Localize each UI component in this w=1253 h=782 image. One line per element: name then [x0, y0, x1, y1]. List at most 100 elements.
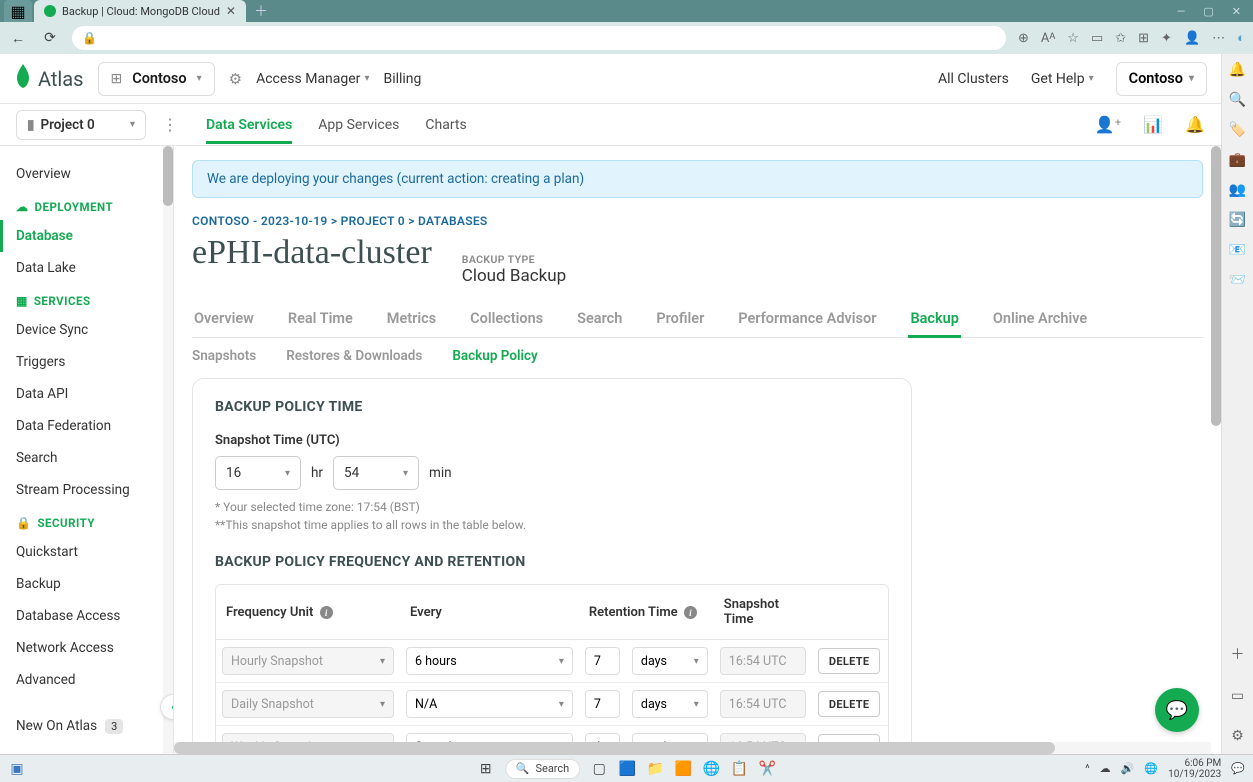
taskbar-search[interactable]: 🔍Search: [505, 759, 581, 779]
sub-tab-backup-policy[interactable]: Backup Policy: [452, 348, 537, 364]
sidebar-item-network-access[interactable]: Network Access: [0, 632, 173, 664]
taskbar-app-icon[interactable]: 📋: [730, 760, 748, 778]
sidebar-item-quickstart[interactable]: Quickstart: [0, 536, 173, 568]
os-tag-icon[interactable]: 🏷️: [1229, 122, 1246, 138]
sidebar-item-data-api[interactable]: Data API: [0, 378, 173, 410]
taskbar-app-icon[interactable]: 🟦: [618, 760, 636, 778]
sidebar-item-device-sync[interactable]: Device Sync: [0, 314, 173, 346]
sidebar-item-new-on-atlas[interactable]: New On Atlas 3: [0, 710, 173, 742]
tray-notification-icon[interactable]: 💬: [1231, 762, 1245, 775]
tray-cloud-icon[interactable]: ☁: [1100, 762, 1111, 775]
cluster-tab-overview[interactable]: Overview: [192, 300, 256, 337]
taskbar-app-icon[interactable]: ✂️: [758, 760, 776, 778]
cluster-tab-backup[interactable]: Backup: [908, 300, 960, 337]
address-bar[interactable]: 🔒: [72, 26, 1006, 50]
billing-link[interactable]: Billing: [383, 71, 421, 87]
chat-fab-button[interactable]: 💬: [1155, 688, 1199, 732]
cluster-tab-collections[interactable]: Collections: [468, 300, 545, 337]
menu-icon[interactable]: ⋯: [1212, 31, 1225, 46]
browser-tab[interactable]: Backup | Cloud: MongoDB Cloud ✕: [34, 0, 246, 22]
os-panel-icon[interactable]: ▭: [1231, 688, 1244, 704]
cluster-tab-profiler[interactable]: Profiler: [654, 300, 706, 337]
sidebar-item-database[interactable]: Database: [0, 220, 173, 252]
tab-close-icon[interactable]: ✕: [226, 4, 236, 18]
sidebar-item-search[interactable]: Search: [0, 442, 173, 474]
os-refresh-icon[interactable]: 🔄: [1229, 212, 1246, 228]
horizontal-scrollbar[interactable]: [174, 742, 1211, 754]
tray-chevron-icon[interactable]: ^: [1085, 762, 1090, 775]
freq-unit-select[interactable]: Daily Snapshot▾: [222, 690, 394, 718]
tab-spacer-icon[interactable]: ▦: [4, 0, 32, 22]
os-search-icon[interactable]: 🔍: [1229, 92, 1246, 108]
new-tab-button[interactable]: ＋: [254, 1, 268, 21]
sidebar-item-advanced[interactable]: Advanced: [0, 664, 173, 696]
taskbar-clock[interactable]: 6:06 PM 10/19/2023: [1168, 758, 1221, 780]
minute-select[interactable]: 54▾: [333, 456, 419, 490]
all-clusters-link[interactable]: All Clusters: [938, 71, 1009, 87]
project-selector[interactable]: ▮Project 0 ▾: [16, 110, 146, 140]
task-view-button[interactable]: ▢: [590, 760, 608, 778]
text-size-icon[interactable]: Aᴬ: [1041, 30, 1055, 46]
refresh-button[interactable]: ⟳: [40, 30, 60, 46]
start-button[interactable]: ⊞: [477, 760, 495, 778]
retention-value-input[interactable]: 7: [585, 690, 620, 718]
cluster-tab-real-time[interactable]: Real Time: [286, 300, 355, 337]
cluster-tab-online-archive[interactable]: Online Archive: [991, 300, 1089, 337]
every-select[interactable]: N/A▾: [406, 690, 573, 718]
zoom-icon[interactable]: ⊕: [1018, 31, 1029, 46]
taskbar-app-icon[interactable]: 🌐: [702, 760, 720, 778]
sidebar-item-data-lake[interactable]: Data Lake: [0, 252, 173, 284]
sidebar-scrollbar[interactable]: [163, 146, 173, 754]
retention-unit-select[interactable]: days▾: [632, 647, 708, 675]
reading-list-icon[interactable]: ▭: [1091, 31, 1103, 46]
access-manager-link[interactable]: Access Manager ▾: [256, 71, 369, 87]
every-select[interactable]: 6 hours▾: [406, 647, 573, 675]
cluster-tab-metrics[interactable]: Metrics: [385, 300, 438, 337]
retention-unit-select[interactable]: days▾: [632, 690, 708, 718]
cluster-tab-performance-advisor[interactable]: Performance Advisor: [736, 300, 878, 337]
delete-button[interactable]: DELETE: [818, 691, 880, 717]
get-help-link[interactable]: Get Help ▾: [1031, 71, 1094, 87]
project-menu-button[interactable]: ⋮: [162, 115, 178, 134]
os-mail-icon[interactable]: 📧: [1229, 242, 1246, 258]
copilot-icon[interactable]: ◐: [1237, 30, 1245, 46]
bell-icon[interactable]: 🔔: [1185, 115, 1205, 134]
os-people-icon[interactable]: 👥: [1229, 182, 1246, 198]
collections-icon[interactable]: ⊞: [1138, 31, 1149, 46]
os-bell-icon[interactable]: 🔔: [1229, 62, 1246, 78]
delete-button[interactable]: DELETE: [818, 648, 880, 674]
os-send-icon[interactable]: 📨: [1229, 272, 1246, 288]
taskbar-app-icon[interactable]: 🟧: [674, 760, 692, 778]
tray-volume-icon[interactable]: 🔊: [1121, 762, 1135, 775]
sidebar-item-stream-processing[interactable]: Stream Processing: [0, 474, 173, 506]
activity-icon[interactable]: 📊: [1143, 115, 1163, 134]
sidebar-item-triggers[interactable]: Triggers: [0, 346, 173, 378]
taskbar-app-icon[interactable]: 📁: [646, 760, 664, 778]
cluster-tab-search[interactable]: Search: [575, 300, 624, 337]
user-menu[interactable]: Contoso ▾: [1116, 62, 1207, 96]
favorite-icon[interactable]: ☆: [1067, 31, 1079, 46]
breadcrumb[interactable]: CONTOSO - 2023-10-19 > PROJECT 0 > DATAB…: [192, 214, 1203, 228]
info-icon[interactable]: i: [684, 606, 697, 619]
invite-icon[interactable]: 👤⁺: [1095, 115, 1121, 134]
tray-network-icon[interactable]: 🌐: [1144, 762, 1158, 775]
sidebar-item-backup[interactable]: Backup: [0, 568, 173, 600]
sidebar-item-database-access[interactable]: Database Access: [0, 600, 173, 632]
os-plus-icon[interactable]: ＋: [1231, 644, 1245, 664]
sub-tab-restores[interactable]: Restores & Downloads: [286, 348, 422, 364]
favorites-bar-icon[interactable]: ✩: [1115, 31, 1126, 46]
retention-value-input[interactable]: 7: [585, 647, 620, 675]
org-selector[interactable]: ⊞ Contoso ▾: [98, 62, 215, 96]
freq-unit-select[interactable]: Hourly Snapshot▾: [222, 647, 394, 675]
org-settings-button[interactable]: ⚙: [229, 70, 242, 88]
os-gear-icon[interactable]: ⚙: [1231, 728, 1244, 744]
tab-charts[interactable]: Charts: [425, 107, 466, 143]
os-briefcase-icon[interactable]: 💼: [1229, 152, 1246, 168]
sidebar-item-data-federation[interactable]: Data Federation: [0, 410, 173, 442]
window-minimize-button[interactable]: —: [1177, 5, 1186, 18]
window-close-button[interactable]: ✕: [1232, 5, 1241, 18]
profile-icon[interactable]: 👤: [1184, 31, 1200, 46]
hour-select[interactable]: 16▾: [215, 456, 301, 490]
tab-app-services[interactable]: App Services: [318, 107, 399, 143]
window-maximize-button[interactable]: ▢: [1203, 5, 1213, 18]
